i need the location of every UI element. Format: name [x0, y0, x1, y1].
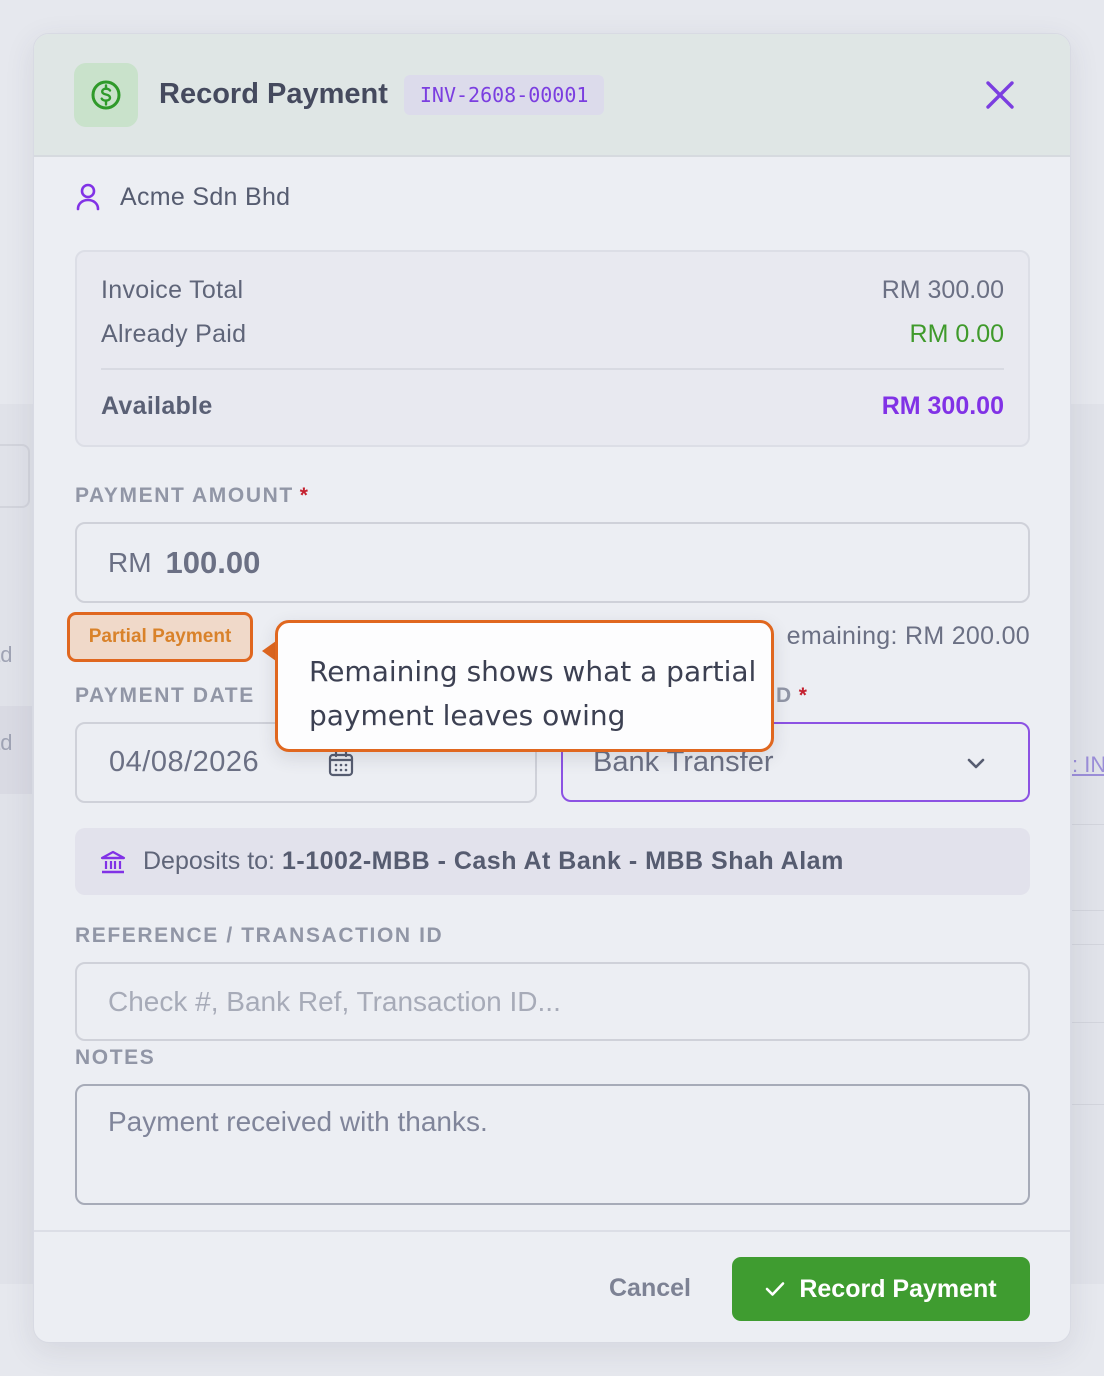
- tooltip-text: Remaining shows what a partial payment l…: [309, 655, 757, 732]
- background-invoice-link: : IN: [1072, 752, 1104, 777]
- payment-amount-input[interactable]: RM 100.00: [75, 522, 1030, 603]
- background-left-item-highlighted: ad: [0, 706, 32, 794]
- close-icon: [986, 81, 1014, 109]
- modal-header: Record Payment INV-2608-00001: [34, 34, 1070, 157]
- customer-row: Acme Sdn Bhd: [74, 182, 290, 212]
- required-mark: *: [299, 484, 310, 507]
- background-divider: [1072, 824, 1104, 825]
- invoice-total-value: RM 300.00: [881, 276, 1004, 304]
- modal-title: Record Payment: [159, 78, 388, 110]
- payment-date-label: PAYMENT DATE: [75, 684, 255, 707]
- already-paid-row: Already Paid RM 0.00: [101, 320, 1004, 349]
- invoice-total-label: Invoice Total: [101, 276, 244, 304]
- deposit-account: 1-1002-MBB - Cash At Bank - MBB Shah Ala…: [282, 847, 844, 875]
- background-left-item-label: ad: [0, 642, 13, 667]
- available-value: RM 300.00: [881, 392, 1004, 420]
- payment-summary-card: Invoice Total RM 300.00 Already Paid RM …: [75, 250, 1030, 447]
- remaining-amount: emaining: RM 200.00: [786, 622, 1030, 650]
- reference-label: REFERENCE / TRANSACTION ID: [75, 924, 444, 947]
- required-mark: *: [798, 684, 809, 707]
- background-card: [0, 444, 30, 508]
- invoice-number-badge: INV-2608-00001: [403, 74, 605, 115]
- cancel-button[interactable]: Cancel: [609, 1274, 691, 1303]
- payment-method-label: D *: [776, 684, 809, 708]
- notes-label: NOTES: [75, 1046, 156, 1069]
- payment-method-label-text: D: [776, 684, 793, 707]
- background-left-item-label: ad: [0, 730, 13, 755]
- background-divider: [1072, 910, 1104, 911]
- background-left-item: ad: [0, 628, 32, 684]
- summary-divider: [101, 368, 1004, 370]
- already-paid-value: RM 0.00: [909, 320, 1004, 348]
- notes-textarea[interactable]: Payment received with thanks.: [75, 1084, 1030, 1205]
- record-payment-button-label: Record Payment: [799, 1274, 997, 1303]
- user-icon: [76, 183, 100, 211]
- bank-icon: [100, 850, 126, 873]
- already-paid-label: Already Paid: [101, 320, 247, 348]
- deposit-label: Deposits to:: [143, 847, 276, 875]
- record-payment-button[interactable]: Record Payment: [732, 1257, 1030, 1321]
- available-label: Available: [101, 392, 213, 420]
- deposit-account-info: Deposits to: 1-1002-MBB - Cash At Bank -…: [75, 828, 1030, 895]
- payment-date-value: 04/08/2026: [109, 746, 260, 778]
- reference-input[interactable]: [75, 962, 1030, 1041]
- partial-payment-badge-label: Partial Payment: [88, 626, 232, 647]
- chevron-down-icon: [967, 758, 985, 769]
- check-icon: [766, 1282, 785, 1296]
- available-row: Available RM 300.00: [101, 392, 1004, 421]
- tooltip-arrow: [262, 641, 276, 661]
- close-button[interactable]: [983, 78, 1017, 112]
- calendar-icon[interactable]: [327, 750, 355, 778]
- dollar-circle-icon: [74, 62, 138, 127]
- amount-value: 100.00: [165, 544, 261, 580]
- payment-amount-label: PAYMENT AMOUNT *: [75, 484, 310, 508]
- customer-name: Acme Sdn Bhd: [120, 182, 291, 211]
- partial-payment-badge: Partial Payment: [67, 612, 253, 662]
- background-divider: [1072, 1104, 1104, 1105]
- payment-amount-label-text: PAYMENT AMOUNT: [75, 484, 294, 507]
- background-divider: [1072, 1022, 1104, 1023]
- remaining-tooltip: Remaining shows what a partial payment l…: [275, 620, 774, 752]
- modal-footer: Cancel Record Payment: [34, 1230, 1070, 1342]
- background-divider: [1072, 944, 1104, 945]
- invoice-total-row: Invoice Total RM 300.00: [101, 276, 1004, 305]
- amount-currency: RM: [108, 546, 152, 578]
